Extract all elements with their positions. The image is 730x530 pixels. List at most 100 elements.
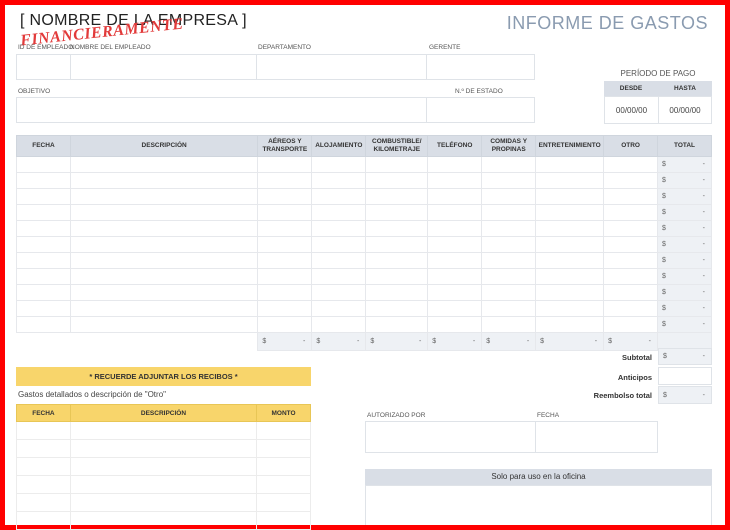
expense-cell[interactable]: [16, 300, 71, 317]
expense-cell[interactable]: [535, 220, 605, 237]
expense-cell[interactable]: [69, 204, 259, 221]
expense-cell[interactable]: [427, 220, 483, 237]
receipt-cell[interactable]: [256, 493, 311, 512]
expense-cell[interactable]: [257, 188, 313, 205]
statement-number-field[interactable]: [426, 97, 535, 123]
expense-cell[interactable]: [365, 252, 429, 269]
approval-date-field[interactable]: [535, 421, 658, 453]
expense-cell[interactable]: [427, 316, 483, 333]
expense-cell[interactable]: [257, 268, 313, 285]
expense-cell[interactable]: [481, 220, 537, 237]
expense-cell[interactable]: [311, 156, 367, 173]
expense-cell[interactable]: [69, 268, 259, 285]
expense-cell[interactable]: [427, 172, 483, 189]
expense-cell[interactable]: [427, 252, 483, 269]
expense-cell[interactable]: [427, 284, 483, 301]
receipt-cell[interactable]: [16, 493, 71, 512]
expense-cell[interactable]: [365, 300, 429, 317]
expense-cell[interactable]: [311, 204, 367, 221]
receipt-cell[interactable]: [16, 511, 71, 530]
expense-cell[interactable]: [257, 220, 313, 237]
expense-cell[interactable]: [603, 252, 659, 269]
expense-cell[interactable]: [16, 252, 71, 269]
expense-cell[interactable]: [311, 188, 367, 205]
expense-cell[interactable]: [311, 268, 367, 285]
expense-cell[interactable]: [427, 236, 483, 253]
expense-cell[interactable]: [257, 236, 313, 253]
expense-cell[interactable]: [16, 268, 71, 285]
expense-cell[interactable]: [365, 204, 429, 221]
expense-cell[interactable]: [311, 172, 367, 189]
expense-cell[interactable]: [427, 188, 483, 205]
expense-cell[interactable]: [481, 268, 537, 285]
expense-cell[interactable]: [69, 172, 259, 189]
expense-cell[interactable]: [16, 204, 71, 221]
expense-cell[interactable]: [603, 316, 659, 333]
expense-cell[interactable]: [311, 316, 367, 333]
expense-cell[interactable]: [481, 252, 537, 269]
expense-cell[interactable]: [257, 204, 313, 221]
expense-cell[interactable]: [535, 316, 605, 333]
receipt-cell[interactable]: [16, 475, 71, 494]
expense-cell[interactable]: [535, 204, 605, 221]
expense-cell[interactable]: [427, 204, 483, 221]
office-use-area[interactable]: [365, 485, 712, 525]
expense-cell[interactable]: [427, 156, 483, 173]
expense-cell[interactable]: [257, 284, 313, 301]
receipt-cell[interactable]: [16, 421, 71, 440]
expense-cell[interactable]: [365, 268, 429, 285]
expense-cell[interactable]: [257, 300, 313, 317]
expense-cell[interactable]: [535, 284, 605, 301]
advances-field[interactable]: [658, 367, 712, 385]
expense-cell[interactable]: [603, 156, 659, 173]
expense-cell[interactable]: [603, 236, 659, 253]
period-from-field[interactable]: 00/00/00: [604, 96, 659, 124]
expense-cell[interactable]: [481, 236, 537, 253]
expense-cell[interactable]: [365, 284, 429, 301]
expense-cell[interactable]: [481, 156, 537, 173]
expense-cell[interactable]: [603, 172, 659, 189]
expense-cell[interactable]: [535, 300, 605, 317]
expense-cell[interactable]: [365, 220, 429, 237]
expense-cell[interactable]: [481, 172, 537, 189]
receipt-cell[interactable]: [16, 439, 71, 458]
expense-cell[interactable]: [535, 236, 605, 253]
expense-cell[interactable]: [69, 236, 259, 253]
expense-cell[interactable]: [603, 204, 659, 221]
expense-cell[interactable]: [365, 316, 429, 333]
expense-cell[interactable]: [69, 284, 259, 301]
expense-cell[interactable]: [16, 284, 71, 301]
expense-cell[interactable]: [481, 204, 537, 221]
receipt-cell[interactable]: [256, 457, 311, 476]
expense-cell[interactable]: [16, 236, 71, 253]
department-field[interactable]: [256, 54, 427, 80]
expense-cell[interactable]: [69, 300, 259, 317]
expense-cell[interactable]: [69, 156, 259, 173]
expense-cell[interactable]: [535, 252, 605, 269]
employee-id-field[interactable]: [16, 54, 71, 80]
receipt-cell[interactable]: [16, 457, 71, 476]
receipt-cell[interactable]: [69, 511, 258, 530]
expense-cell[interactable]: [16, 316, 71, 333]
receipt-cell[interactable]: [69, 457, 258, 476]
expense-cell[interactable]: [311, 284, 367, 301]
receipt-cell[interactable]: [69, 475, 258, 494]
expense-cell[interactable]: [603, 188, 659, 205]
expense-cell[interactable]: [365, 236, 429, 253]
expense-cell[interactable]: [427, 268, 483, 285]
expense-cell[interactable]: [535, 268, 605, 285]
expense-cell[interactable]: [427, 300, 483, 317]
expense-cell[interactable]: [257, 172, 313, 189]
expense-cell[interactable]: [69, 188, 259, 205]
expense-cell[interactable]: [16, 188, 71, 205]
expense-cell[interactable]: [603, 220, 659, 237]
expense-cell[interactable]: [481, 316, 537, 333]
receipt-cell[interactable]: [256, 421, 311, 440]
expense-cell[interactable]: [257, 252, 313, 269]
expense-cell[interactable]: [16, 220, 71, 237]
expense-cell[interactable]: [365, 156, 429, 173]
expense-cell[interactable]: [257, 156, 313, 173]
receipt-cell[interactable]: [69, 493, 258, 512]
receipt-cell[interactable]: [256, 511, 311, 530]
expense-cell[interactable]: [69, 316, 259, 333]
